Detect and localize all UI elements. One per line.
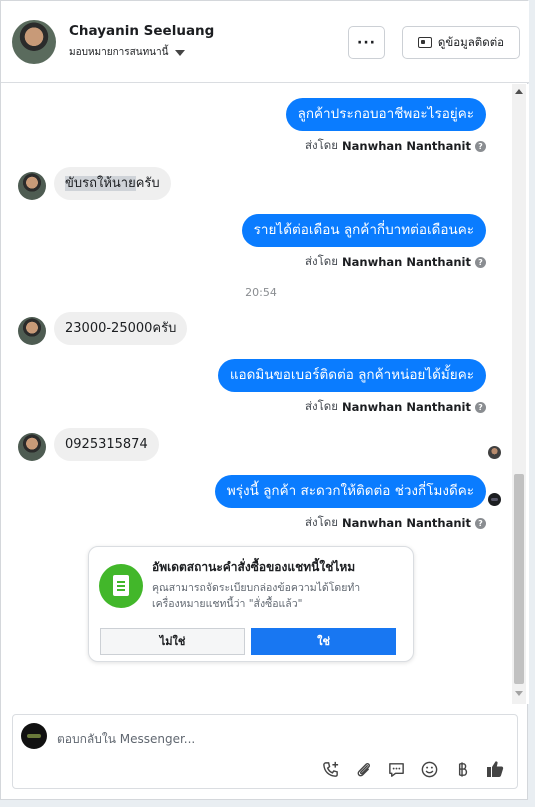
help-icon[interactable]: ? [475,256,486,268]
sent-by-agent: Nanwhan Nanthanit [342,400,471,414]
view-contact-button[interactable]: ดูข้อมูลติดต่อ [402,26,520,59]
saved-reply-icon[interactable] [386,759,406,779]
help-icon[interactable]: ? [475,517,486,529]
call-add-icon[interactable] [320,759,340,779]
scrollbar-thumb[interactable] [514,474,524,684]
conversation-header: Chayanin Seeluang มอบหมายการสนทนานี้ ···… [1,1,529,83]
message-text: ครับ [135,176,160,191]
sent-by-line: ส่งโดย Nanwhan Nanthanit ? [305,137,486,155]
sent-by-prefix: ส่งโดย [304,399,339,413]
sent-by-line: ส่งโดย Nanwhan Nanthanit ? [305,253,486,271]
view-contact-label: ดูข้อมูลติดต่อ [437,34,505,49]
messenger-conversation-panel: Chayanin Seeluang มอบหมายการสนทนานี้ ···… [0,0,529,800]
baht-icon[interactable] [452,759,472,779]
reply-input[interactable]: ตอบกลับใน Messenger... [57,730,195,749]
sent-by-prefix: ส่งโดย [304,254,339,268]
emoji-icon[interactable] [419,759,439,779]
reply-composer[interactable]: ตอบกลับใน Messenger... [12,714,518,789]
more-icon: ··· [357,34,376,51]
more-options-button[interactable]: ··· [348,26,385,59]
sent-by-line: ส่งโดย Nanwhan Nanthanit ? [305,514,486,532]
scroll-down-arrow-icon[interactable] [515,691,523,696]
incoming-message: 0925315874 [54,428,159,461]
incoming-message: ขับรถให้นายครับ [54,167,171,200]
outgoing-message: ลูกค้าประกอบอาชีพอะไรอยู่คะ [285,98,486,131]
like-icon[interactable] [485,759,505,779]
customer-avatar-small [18,172,46,200]
outgoing-message: พรุ่งนี้ ลูกค้า สะดวกให้ติดต่อ ช่วงกี่โม… [214,475,486,508]
assign-label: มอบหมายการสนทนานี้ [69,47,169,58]
customer-avatar-small [18,433,46,461]
contact-card-icon [417,37,432,48]
help-icon[interactable]: ? [475,140,486,152]
outgoing-message: แอดมินขอเบอร์ติดต่อ ลูกค้าหน่อยได้มั้ยคะ [217,359,486,392]
sent-by-agent: Nanwhan Nanthanit [342,255,471,269]
sent-by-prefix: ส่งโดย [304,515,339,529]
message-scrollbar[interactable] [512,84,526,704]
card-title: อัพเดตสถานะคำสั่งซื้อของแชทนี้ใช่ไหม [152,560,356,574]
no-button[interactable]: ไม่ใช่ [100,628,245,655]
customer-avatar-small [18,317,46,345]
customer-avatar[interactable] [12,20,56,64]
sent-by-agent: Nanwhan Nanthanit [342,139,471,153]
customer-name[interactable]: Chayanin Seeluang [69,23,214,39]
sent-by-line: ส่งโดย Nanwhan Nanthanit ? [305,398,486,416]
page-read-receipt [488,493,501,506]
highlighted-text: ขับรถให้นาย [65,176,136,191]
sent-by-prefix: ส่งโดย [304,138,339,152]
help-icon[interactable]: ? [475,401,486,413]
chevron-down-icon [175,49,186,56]
assign-conversation-dropdown[interactable]: มอบหมายการสนทนานี้ [69,45,186,60]
message-timestamp: 20:54 [245,286,277,299]
card-description: คุณสามารถจัดระเบียบกล่องข้อความได้โดยทำเ… [152,582,361,610]
page-avatar [21,723,47,749]
scroll-up-arrow-icon[interactable] [515,89,523,94]
attachment-icon[interactable] [353,759,373,779]
sent-by-agent: Nanwhan Nanthanit [342,516,471,530]
yes-button[interactable]: ใช่ [251,628,396,655]
order-document-icon [113,575,129,596]
order-status-prompt-card: อัพเดตสถานะคำสั่งซื้อของแชทนี้ใช่ไหม คุณ… [88,546,414,662]
order-status-icon [99,564,143,608]
incoming-message: 23000-25000ครับ [54,312,188,345]
read-receipt-avatar [488,446,501,459]
outgoing-message: รายได้ต่อเดือน ลูกค้ากี่บาทต่อเดือนคะ [241,214,486,247]
composer-toolbar [320,759,505,779]
